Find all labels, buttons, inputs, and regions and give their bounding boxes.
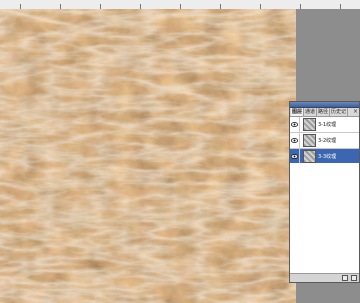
layer-name: 3-3纹理	[318, 154, 337, 160]
panel-footer	[290, 273, 359, 282]
panel-tabs: 图层 通道 路径 历史记 ×	[290, 108, 359, 117]
new-layer-icon[interactable]	[342, 275, 348, 281]
close-icon[interactable]: ×	[353, 108, 359, 116]
layer-name: 3-1纹理	[318, 122, 337, 128]
layer-thumbnail	[303, 134, 316, 147]
tab-channels[interactable]: 通道	[304, 108, 318, 116]
trash-icon[interactable]	[351, 275, 357, 281]
document-canvas[interactable]	[0, 9, 296, 303]
marble-texture-image	[0, 9, 296, 303]
eye-icon[interactable]	[290, 117, 300, 132]
layer-list-empty-area	[290, 163, 359, 274]
layer-list: 3-1纹理 3-2纹理 3-3纹理	[290, 117, 359, 165]
layers-panel: 图层 通道 路径 历史记 × 3-1纹理 3-2纹理 3-3纹理	[289, 101, 360, 283]
eye-icon[interactable]	[290, 149, 300, 164]
tab-paths[interactable]: 路径	[317, 108, 331, 116]
layer-row[interactable]: 3-2纹理	[290, 133, 359, 149]
tab-history[interactable]: 历史记	[330, 108, 349, 116]
tab-layers[interactable]: 图层	[291, 108, 305, 116]
eye-icon[interactable]	[290, 133, 300, 148]
layer-thumbnail	[303, 150, 316, 163]
layer-row[interactable]: 3-1纹理	[290, 117, 359, 133]
layer-name: 3-2纹理	[318, 138, 337, 144]
layer-thumbnail	[303, 118, 316, 131]
